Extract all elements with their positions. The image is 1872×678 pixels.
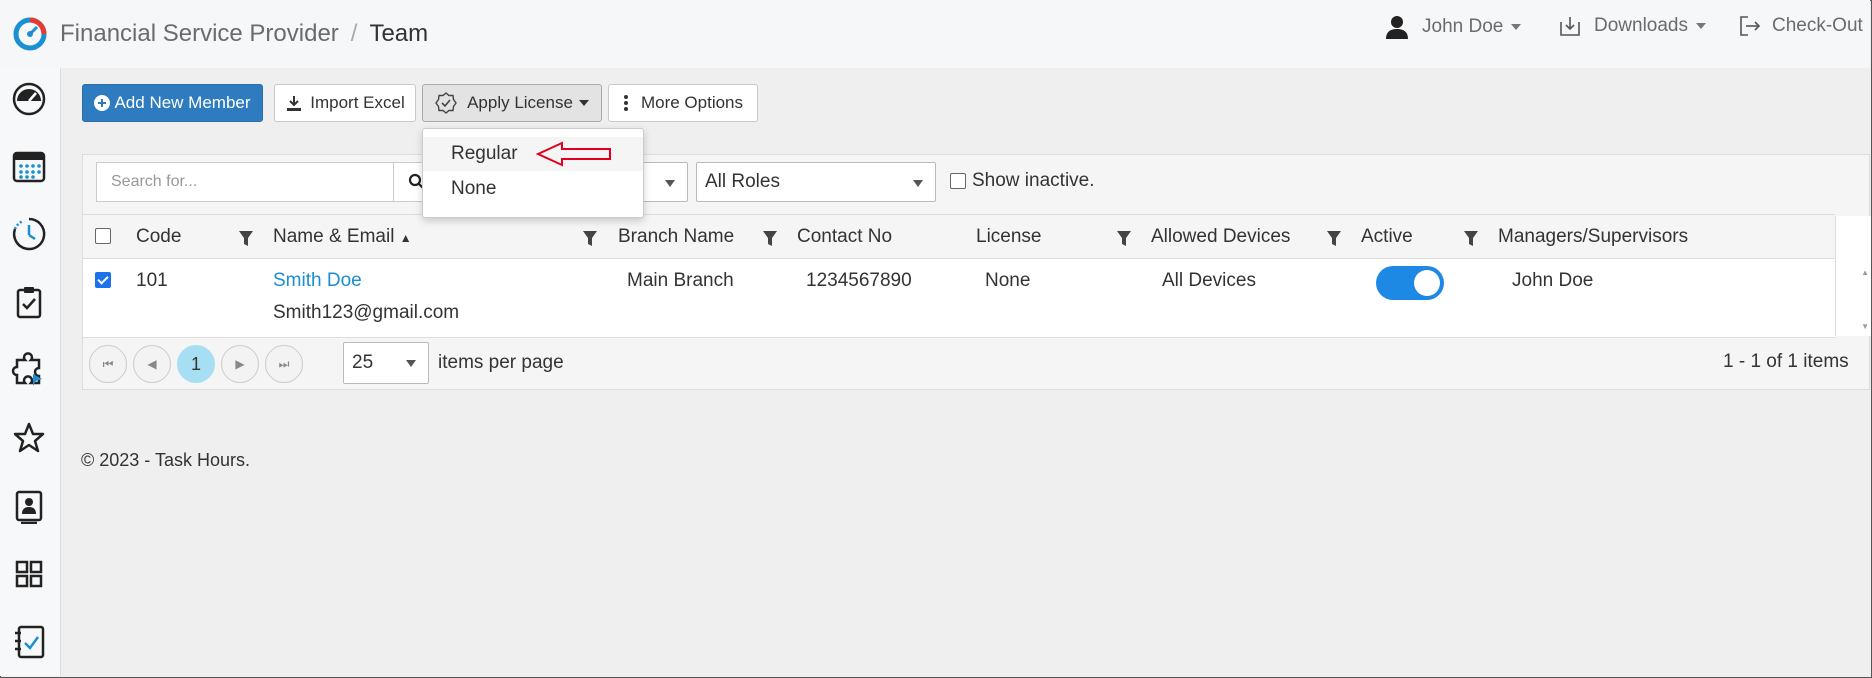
- column-header-name-email-label: Name & Email: [273, 226, 395, 247]
- filter-icon[interactable]: [582, 230, 598, 248]
- breadcrumb: Financial Service Provider / Team: [60, 20, 428, 48]
- cell-contact: 1234567890: [806, 270, 912, 291]
- cell-email: Smith123@gmail.com: [273, 302, 460, 323]
- column-header-license[interactable]: License: [976, 226, 1042, 248]
- chevron-down-icon: [1511, 24, 1522, 30]
- kebab-menu-icon: [623, 95, 628, 111]
- items-per-page-label: items per page: [438, 352, 564, 373]
- sort-ascending-icon: ▲: [399, 231, 412, 245]
- page-size-value: 25: [352, 352, 374, 373]
- row-select-checkbox[interactable]: [95, 272, 111, 288]
- column-header-contact-no[interactable]: Contact No: [797, 226, 892, 248]
- previous-page-icon[interactable]: ◀: [133, 345, 171, 383]
- more-options-button[interactable]: More Options: [608, 84, 758, 122]
- roles-select-value: All Roles: [705, 171, 780, 192]
- contact-card-icon[interactable]: [11, 488, 47, 524]
- clock-icon[interactable]: [11, 216, 47, 252]
- roles-select[interactable]: All Roles: [696, 162, 936, 202]
- column-header-code[interactable]: Code: [136, 226, 181, 248]
- calendar-icon[interactable]: [11, 148, 47, 184]
- footer-copyright: © 2023 - Task Hours.: [81, 450, 251, 470]
- checkout-button[interactable]: Check-Out: [1738, 14, 1863, 38]
- scroll-up-icon[interactable]: ▲: [1861, 268, 1869, 277]
- star-icon[interactable]: [11, 420, 47, 456]
- pager-summary: 1 - 1 of 1 items: [1723, 351, 1849, 372]
- clipboard-check-icon[interactable]: [11, 284, 47, 320]
- apply-license-button[interactable]: Apply License: [422, 84, 602, 122]
- chevron-down-icon: [913, 180, 923, 187]
- cell-manager: John Doe: [1512, 270, 1594, 291]
- add-new-member-button[interactable]: Add New Member: [82, 84, 263, 122]
- downloads-menu[interactable]: Downloads: [1558, 14, 1706, 38]
- notebook-check-icon[interactable]: [11, 624, 47, 660]
- breadcrumb-current: Team: [369, 20, 429, 47]
- user-menu[interactable]: John Doe: [1384, 14, 1522, 40]
- next-page-icon[interactable]: ▶: [221, 345, 259, 383]
- column-header-managers[interactable]: Managers/Supervisors: [1498, 226, 1688, 248]
- add-new-member-label: Add New Member: [114, 93, 251, 112]
- breadcrumb-company[interactable]: Financial Service Provider: [60, 20, 339, 47]
- logout-icon: [1740, 16, 1761, 36]
- page-size-select[interactable]: 25: [343, 342, 429, 384]
- breadcrumb-separator: /: [350, 20, 358, 47]
- sidebar: [0, 68, 61, 676]
- puzzle-icon[interactable]: [11, 352, 47, 388]
- table-scrollbar[interactable]: ▲ ▼: [1835, 216, 1871, 336]
- cell-code: 101: [136, 270, 168, 291]
- search-button[interactable]: [394, 162, 425, 202]
- search-input[interactable]: Search for...: [96, 162, 394, 202]
- downloads-label: Downloads: [1594, 15, 1688, 36]
- grid-icon[interactable]: [11, 556, 47, 592]
- user-name: John Doe: [1422, 16, 1504, 37]
- cell-branch: Main Branch: [627, 270, 734, 291]
- active-toggle[interactable]: [1376, 266, 1444, 300]
- select-all-checkbox[interactable]: [95, 228, 111, 244]
- plus-circle-icon: [94, 95, 111, 111]
- download-icon: [1560, 17, 1580, 36]
- column-header-branch-name[interactable]: Branch Name: [618, 226, 734, 248]
- cell-devices: All Devices: [1162, 270, 1256, 291]
- checkout-label: Check-Out: [1772, 15, 1863, 36]
- import-excel-label: Import Excel: [310, 93, 405, 112]
- chevron-down-icon: [665, 180, 675, 187]
- license-option-none[interactable]: None: [423, 172, 643, 206]
- import-excel-button[interactable]: Import Excel: [274, 84, 416, 122]
- filter-icon[interactable]: [1116, 230, 1132, 248]
- dashboard-gauge-icon[interactable]: [11, 81, 47, 117]
- show-inactive-label: Show inactive.: [972, 170, 1095, 191]
- more-options-label: More Options: [640, 93, 744, 112]
- scroll-down-icon[interactable]: ▼: [1861, 322, 1869, 331]
- chevron-down-icon: [1696, 23, 1706, 29]
- cell-license: None: [985, 270, 1031, 291]
- current-page-button[interactable]: 1: [177, 345, 215, 383]
- chevron-down-icon: [578, 100, 589, 106]
- filter-icon[interactable]: [762, 230, 778, 248]
- show-inactive-toggle[interactable]: Show inactive.: [950, 170, 1095, 192]
- member-name-link[interactable]: Smith Doe: [273, 270, 362, 292]
- filter-icon[interactable]: [238, 230, 254, 248]
- app-logo-icon[interactable]: [12, 16, 48, 52]
- user-icon: [1386, 16, 1408, 39]
- column-header-allowed-devices[interactable]: Allowed Devices: [1151, 226, 1290, 248]
- last-page-icon[interactable]: ⏭: [265, 345, 303, 383]
- first-page-icon[interactable]: ⏮: [89, 345, 127, 383]
- column-header-active[interactable]: Active: [1361, 226, 1413, 248]
- chevron-down-icon: [406, 360, 416, 367]
- filter-icon[interactable]: [1326, 230, 1342, 248]
- badge-check-icon: [435, 92, 457, 114]
- import-icon: [287, 96, 302, 111]
- filter-icon[interactable]: [1463, 230, 1479, 248]
- show-inactive-checkbox[interactable]: [950, 173, 966, 189]
- column-header-name-email[interactable]: Name & Email ▲: [273, 226, 412, 248]
- top-bar: Financial Service Provider / Team John Doe…: [0, 0, 1870, 68]
- apply-license-label: Apply License: [467, 93, 573, 112]
- annotation-arrow-icon: [535, 141, 611, 167]
